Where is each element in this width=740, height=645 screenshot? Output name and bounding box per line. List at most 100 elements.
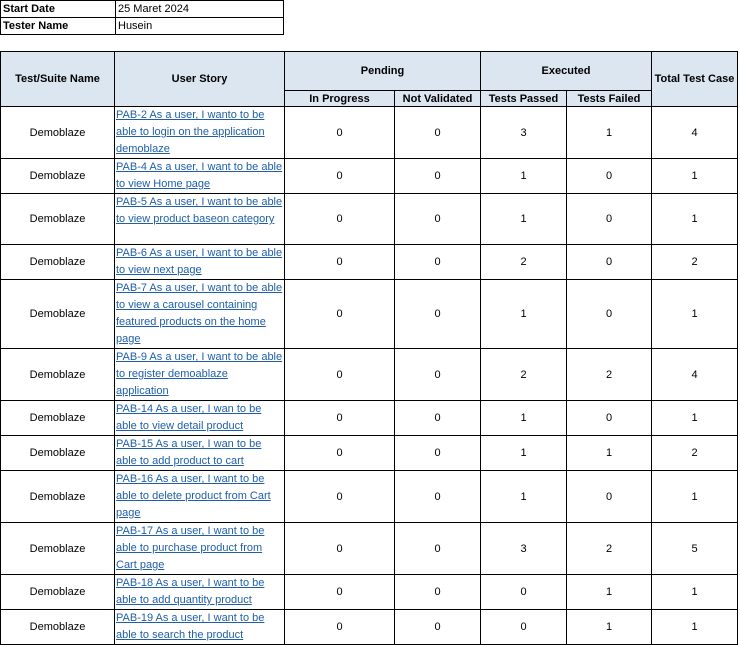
tests-failed-cell[interactable]: 0 — [566, 244, 652, 280]
tests-passed-cell[interactable]: 0 — [480, 574, 567, 610]
user-story-link[interactable]: PAB-14 As a user, I wan to be able to vi… — [116, 401, 283, 435]
tester-name-label[interactable]: Tester Name — [0, 17, 116, 35]
total-test-case-cell[interactable]: 1 — [651, 158, 738, 194]
tests-passed-cell[interactable]: 1 — [480, 279, 567, 349]
start-date-value[interactable]: 25 Maret 2024 — [115, 0, 284, 18]
total-test-case-cell[interactable]: 5 — [651, 522, 738, 575]
user-story-cell[interactable]: PAB-18 As a user, I want to be able to a… — [114, 574, 285, 610]
user-story-cell[interactable]: PAB-4 As a user, I want to be able to vi… — [114, 158, 285, 194]
in-progress-cell[interactable]: 0 — [284, 279, 395, 349]
total-test-case-cell[interactable]: 1 — [651, 574, 738, 610]
user-story-cell[interactable]: PAB-14 As a user, I wan to be able to vi… — [114, 400, 285, 436]
tests-passed-cell[interactable]: 0 — [480, 609, 567, 645]
in-progress-cell[interactable]: 0 — [284, 193, 395, 245]
user-story-link[interactable]: PAB-6 As a user, I want to be able to vi… — [116, 245, 283, 279]
suite-name-cell[interactable]: Demoblaze — [0, 193, 115, 245]
header-pending[interactable]: Pending — [284, 51, 481, 91]
in-progress-cell[interactable]: 0 — [284, 158, 395, 194]
suite-name-cell[interactable]: Demoblaze — [0, 574, 115, 610]
user-story-link[interactable]: PAB-5 As a user, I want to be able to vi… — [116, 194, 283, 228]
start-date-label[interactable]: Start Date — [0, 0, 116, 18]
header-suite-name[interactable]: Test/Suite Name — [0, 51, 115, 107]
user-story-link[interactable]: PAB-15 As a user, I wan to be able to ad… — [116, 436, 283, 470]
tests-failed-cell[interactable]: 2 — [566, 348, 652, 401]
tests-failed-cell[interactable]: 1 — [566, 574, 652, 610]
suite-name-cell[interactable]: Demoblaze — [0, 244, 115, 280]
user-story-link[interactable]: PAB-17 As a user, I want to be able to p… — [116, 523, 283, 574]
total-test-case-cell[interactable]: 2 — [651, 244, 738, 280]
in-progress-cell[interactable]: 0 — [284, 244, 395, 280]
user-story-link[interactable]: PAB-18 As a user, I want to be able to a… — [116, 575, 283, 609]
header-tests-failed[interactable]: Tests Failed — [566, 90, 652, 107]
user-story-cell[interactable]: PAB-15 As a user, I wan to be able to ad… — [114, 435, 285, 471]
header-tests-passed[interactable]: Tests Passed — [480, 90, 567, 107]
not-validated-cell[interactable]: 0 — [394, 470, 481, 523]
in-progress-cell[interactable]: 0 — [284, 348, 395, 401]
suite-name-cell[interactable]: Demoblaze — [0, 609, 115, 645]
total-test-case-cell[interactable]: 1 — [651, 470, 738, 523]
tests-passed-cell[interactable]: 1 — [480, 400, 567, 436]
user-story-link[interactable]: PAB-19 As a user, I want to be able to s… — [116, 610, 283, 644]
tests-failed-cell[interactable]: 1 — [566, 435, 652, 471]
suite-name-cell[interactable]: Demoblaze — [0, 348, 115, 401]
header-total-test-case[interactable]: Total Test Case — [651, 51, 738, 107]
header-in-progress[interactable]: In Progress — [284, 90, 395, 107]
not-validated-cell[interactable]: 0 — [394, 279, 481, 349]
tests-failed-cell[interactable]: 1 — [566, 106, 652, 159]
not-validated-cell[interactable]: 0 — [394, 244, 481, 280]
total-test-case-cell[interactable]: 2 — [651, 435, 738, 471]
tests-failed-cell[interactable]: 0 — [566, 279, 652, 349]
header-not-validated[interactable]: Not Validated — [394, 90, 481, 107]
tests-failed-cell[interactable]: 0 — [566, 470, 652, 523]
total-test-case-cell[interactable]: 1 — [651, 279, 738, 349]
not-validated-cell[interactable]: 0 — [394, 522, 481, 575]
not-validated-cell[interactable]: 0 — [394, 609, 481, 645]
suite-name-cell[interactable]: Demoblaze — [0, 522, 115, 575]
header-user-story[interactable]: User Story — [114, 51, 285, 107]
tests-passed-cell[interactable]: 1 — [480, 435, 567, 471]
suite-name-cell[interactable]: Demoblaze — [0, 279, 115, 349]
tests-passed-cell[interactable]: 3 — [480, 522, 567, 575]
tests-passed-cell[interactable]: 2 — [480, 348, 567, 401]
total-test-case-cell[interactable]: 1 — [651, 193, 738, 245]
tests-passed-cell[interactable]: 1 — [480, 158, 567, 194]
suite-name-cell[interactable]: Demoblaze — [0, 400, 115, 436]
in-progress-cell[interactable]: 0 — [284, 435, 395, 471]
suite-name-cell[interactable]: Demoblaze — [0, 435, 115, 471]
not-validated-cell[interactable]: 0 — [394, 106, 481, 159]
suite-name-cell[interactable]: Demoblaze — [0, 470, 115, 523]
tests-passed-cell[interactable]: 2 — [480, 244, 567, 280]
tester-name-value[interactable]: Husein — [115, 17, 284, 35]
user-story-cell[interactable]: PAB-2 As a user, I wanto to be able to l… — [114, 106, 285, 159]
total-test-case-cell[interactable]: 4 — [651, 106, 738, 159]
in-progress-cell[interactable]: 0 — [284, 400, 395, 436]
not-validated-cell[interactable]: 0 — [394, 435, 481, 471]
suite-name-cell[interactable]: Demoblaze — [0, 158, 115, 194]
not-validated-cell[interactable]: 0 — [394, 193, 481, 245]
in-progress-cell[interactable]: 0 — [284, 522, 395, 575]
not-validated-cell[interactable]: 0 — [394, 574, 481, 610]
not-validated-cell[interactable]: 0 — [394, 158, 481, 194]
tests-failed-cell[interactable]: 2 — [566, 522, 652, 575]
total-test-case-cell[interactable]: 1 — [651, 400, 738, 436]
user-story-link[interactable]: PAB-2 As a user, I wanto to be able to l… — [116, 107, 283, 158]
user-story-link[interactable]: PAB-16 As a user, I want to be able to d… — [116, 471, 283, 522]
header-executed[interactable]: Executed — [480, 51, 652, 91]
tests-passed-cell[interactable]: 1 — [480, 193, 567, 245]
user-story-link[interactable]: PAB-7 As a user, I want to be able to vi… — [116, 280, 283, 348]
not-validated-cell[interactable]: 0 — [394, 400, 481, 436]
suite-name-cell[interactable]: Demoblaze — [0, 106, 115, 159]
tests-failed-cell[interactable]: 1 — [566, 609, 652, 645]
in-progress-cell[interactable]: 0 — [284, 106, 395, 159]
user-story-cell[interactable]: PAB-5 As a user, I want to be able to vi… — [114, 193, 285, 245]
in-progress-cell[interactable]: 0 — [284, 574, 395, 610]
tests-failed-cell[interactable]: 0 — [566, 400, 652, 436]
in-progress-cell[interactable]: 0 — [284, 470, 395, 523]
tests-passed-cell[interactable]: 3 — [480, 106, 567, 159]
user-story-cell[interactable]: PAB-16 As a user, I want to be able to d… — [114, 470, 285, 523]
in-progress-cell[interactable]: 0 — [284, 609, 395, 645]
user-story-cell[interactable]: PAB-19 As a user, I want to be able to s… — [114, 609, 285, 645]
tests-failed-cell[interactable]: 0 — [566, 158, 652, 194]
user-story-link[interactable]: PAB-4 As a user, I want to be able to vi… — [116, 159, 283, 193]
user-story-link[interactable]: PAB-9 As a user, I want to be able to re… — [116, 349, 283, 400]
